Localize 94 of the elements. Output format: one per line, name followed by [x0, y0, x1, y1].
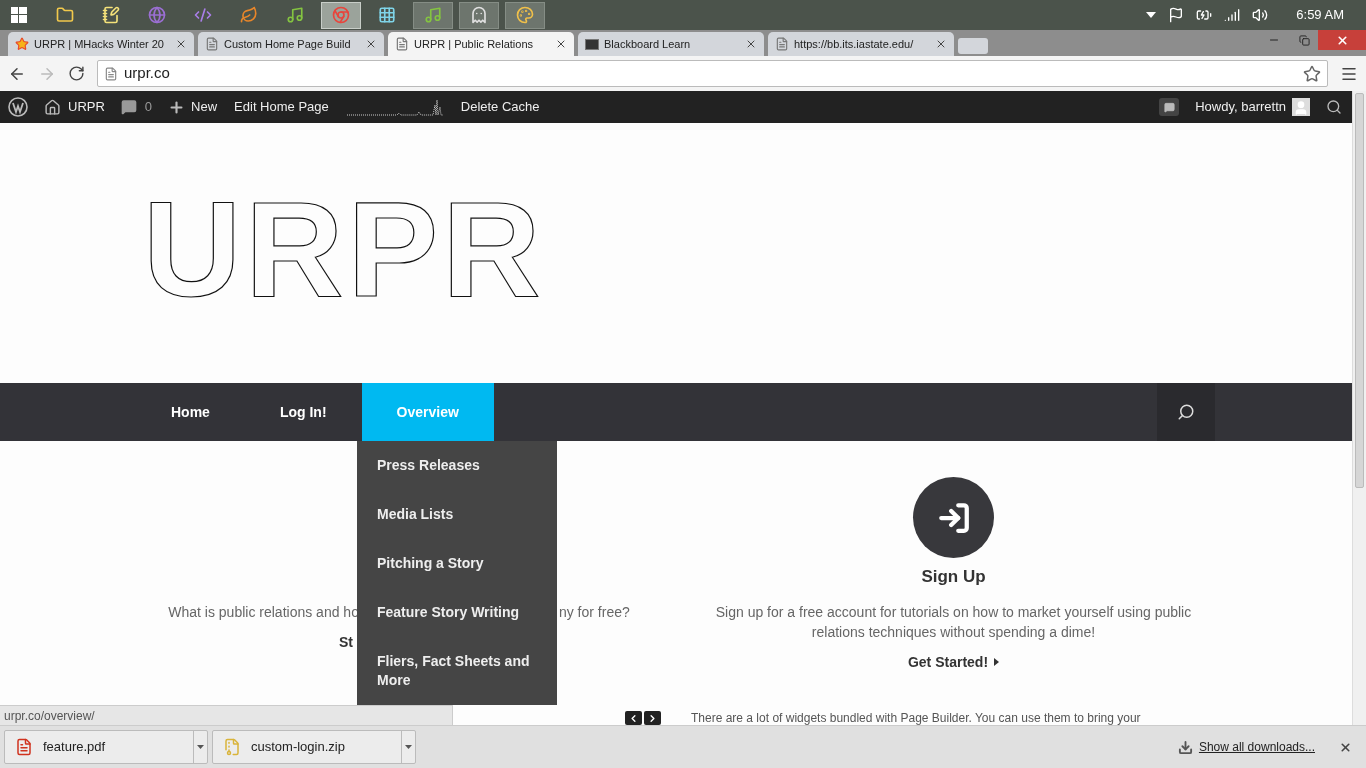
close-tab-icon[interactable] [745, 38, 757, 50]
site-logo[interactable]: URPR [143, 181, 545, 317]
signup-description: Sign up for a free account for tutorials on how to market yourself using public relations techniques without spending a dime! [714, 603, 1193, 642]
tab-title: URPR | MHacks Winter 20 [34, 36, 164, 52]
url-text: urpr.co [124, 63, 170, 84]
download-item[interactable]: custom-login.zip [212, 730, 416, 764]
notification-icon [1163, 101, 1175, 113]
clock[interactable]: 6:59 AM [1296, 5, 1344, 25]
signal-icon[interactable] [1224, 7, 1241, 23]
next-button[interactable] [644, 711, 661, 725]
admin-bar-link[interactable]: Delete Cache [451, 97, 549, 117]
page-icon [775, 37, 789, 51]
close-tab-icon[interactable] [555, 38, 567, 50]
browser-tab[interactable]: URPR | Public Relations [388, 32, 574, 56]
dropdown-caret-icon[interactable] [197, 745, 204, 749]
page-icon [395, 37, 409, 51]
download-name: feature.pdf [43, 738, 106, 757]
dropdown-item[interactable]: Feature Story Writing [357, 588, 557, 637]
close-tab-icon[interactable] [175, 38, 187, 50]
ghost-icon[interactable] [470, 6, 488, 24]
tab-title: https://bb.its.iastate.edu/ [794, 36, 914, 52]
grid-icon[interactable] [378, 6, 396, 24]
windows-logo-icon[interactable] [11, 7, 27, 23]
nav-item[interactable]: Home [136, 383, 245, 441]
tray-expand-icon[interactable] [1146, 12, 1157, 18]
volume-icon[interactable] [1252, 7, 1269, 23]
palette-icon[interactable] [516, 6, 534, 24]
site-link[interactable]: URPR [36, 97, 113, 117]
notification-button[interactable] [1159, 98, 1180, 116]
taskbar-button[interactable] [413, 1, 453, 29]
wordpress-logo-icon[interactable] [8, 97, 28, 117]
home-icon [44, 98, 61, 116]
blackboard-favicon-icon [585, 38, 599, 50]
code-icon[interactable] [194, 6, 212, 24]
reload-icon[interactable] [68, 65, 85, 82]
dropdown-item[interactable]: Media Lists [357, 490, 557, 539]
search-button[interactable] [1157, 383, 1215, 441]
download-icon [1177, 739, 1193, 755]
page-icon [205, 37, 219, 51]
zip-file-icon [223, 738, 241, 756]
browser-tab[interactable]: URPR | MHacks Winter 20 [8, 32, 194, 56]
flag-alert-icon[interactable] [1168, 7, 1185, 23]
tab-title: Blackboard Learn [604, 36, 691, 52]
search-icon[interactable] [1326, 99, 1342, 115]
taskbar-button[interactable] [505, 1, 545, 29]
dropdown-caret-icon[interactable] [405, 745, 412, 749]
restore-icon[interactable] [1299, 34, 1310, 46]
start-link[interactable]: St [339, 632, 353, 652]
bookmark-star-icon[interactable] [1303, 64, 1321, 83]
taskbar-button[interactable] [459, 1, 499, 29]
comment-icon [120, 99, 137, 115]
new-link[interactable]: New [160, 97, 226, 117]
music-icon[interactable] [286, 6, 304, 24]
address-field[interactable]: urpr.co [97, 60, 1328, 87]
status-url: urpr.co/overview/ [4, 707, 95, 725]
admin-bar-link[interactable]: Edit Home Page [225, 97, 338, 117]
comments-link[interactable]: 0 [112, 97, 161, 117]
plus-icon [168, 98, 186, 116]
previous-button[interactable] [625, 711, 642, 725]
dropdown-item[interactable]: Fliers, Fact Sheets and More [357, 637, 557, 705]
tab-title: URPR | Public Relations [414, 36, 533, 52]
caret-icon [994, 658, 1000, 666]
close-icon[interactable] [1339, 740, 1352, 754]
intro-text: ny for free? [558, 603, 630, 622]
star-favicon-icon [15, 37, 29, 51]
howdy-link[interactable]: Howdy, barrettn [1195, 97, 1286, 117]
page-icon [104, 66, 118, 81]
signup-title: Sign Up [921, 566, 986, 588]
scrollbar-thumb[interactable] [1355, 93, 1364, 488]
close-tab-icon[interactable] [365, 38, 377, 50]
show-all-downloads-link[interactable]: Show all downloads... [1198, 738, 1315, 756]
widgets-text: There are a lot of widgets bundled with Page Builder. You can use them to bring your [691, 711, 1141, 725]
browser-tab[interactable]: Blackboard Learn [578, 32, 764, 56]
tab-title: Custom Home Page Build [224, 36, 351, 52]
dropdown-item[interactable]: Press Releases [357, 441, 557, 490]
sign-in-icon [936, 500, 971, 535]
download-item[interactable]: feature.pdf [4, 730, 208, 764]
close-tab-icon[interactable] [935, 38, 947, 50]
close-window-button[interactable] [1318, 30, 1366, 50]
dropdown-item[interactable]: Pitching a Story [357, 539, 557, 588]
folder-icon[interactable] [56, 6, 74, 24]
download-name: custom-login.zip [251, 738, 345, 757]
pdf-file-icon [15, 738, 33, 756]
get-started-link[interactable]: Get Started! [907, 652, 1000, 672]
browser-tab[interactable]: Custom Home Page Build [198, 32, 384, 56]
search-icon [1177, 403, 1195, 421]
battery-icon[interactable] [1196, 7, 1213, 23]
taskbar-button[interactable] [321, 1, 361, 29]
notepad-icon[interactable] [102, 6, 120, 24]
browser-tab[interactable]: https://bb.its.iastate.edu/ [768, 32, 954, 56]
chevron-right-icon [647, 712, 658, 724]
leaf-icon[interactable] [240, 6, 258, 24]
nav-item[interactable]: Log In! [244, 383, 362, 441]
close-icon [1335, 33, 1349, 47]
